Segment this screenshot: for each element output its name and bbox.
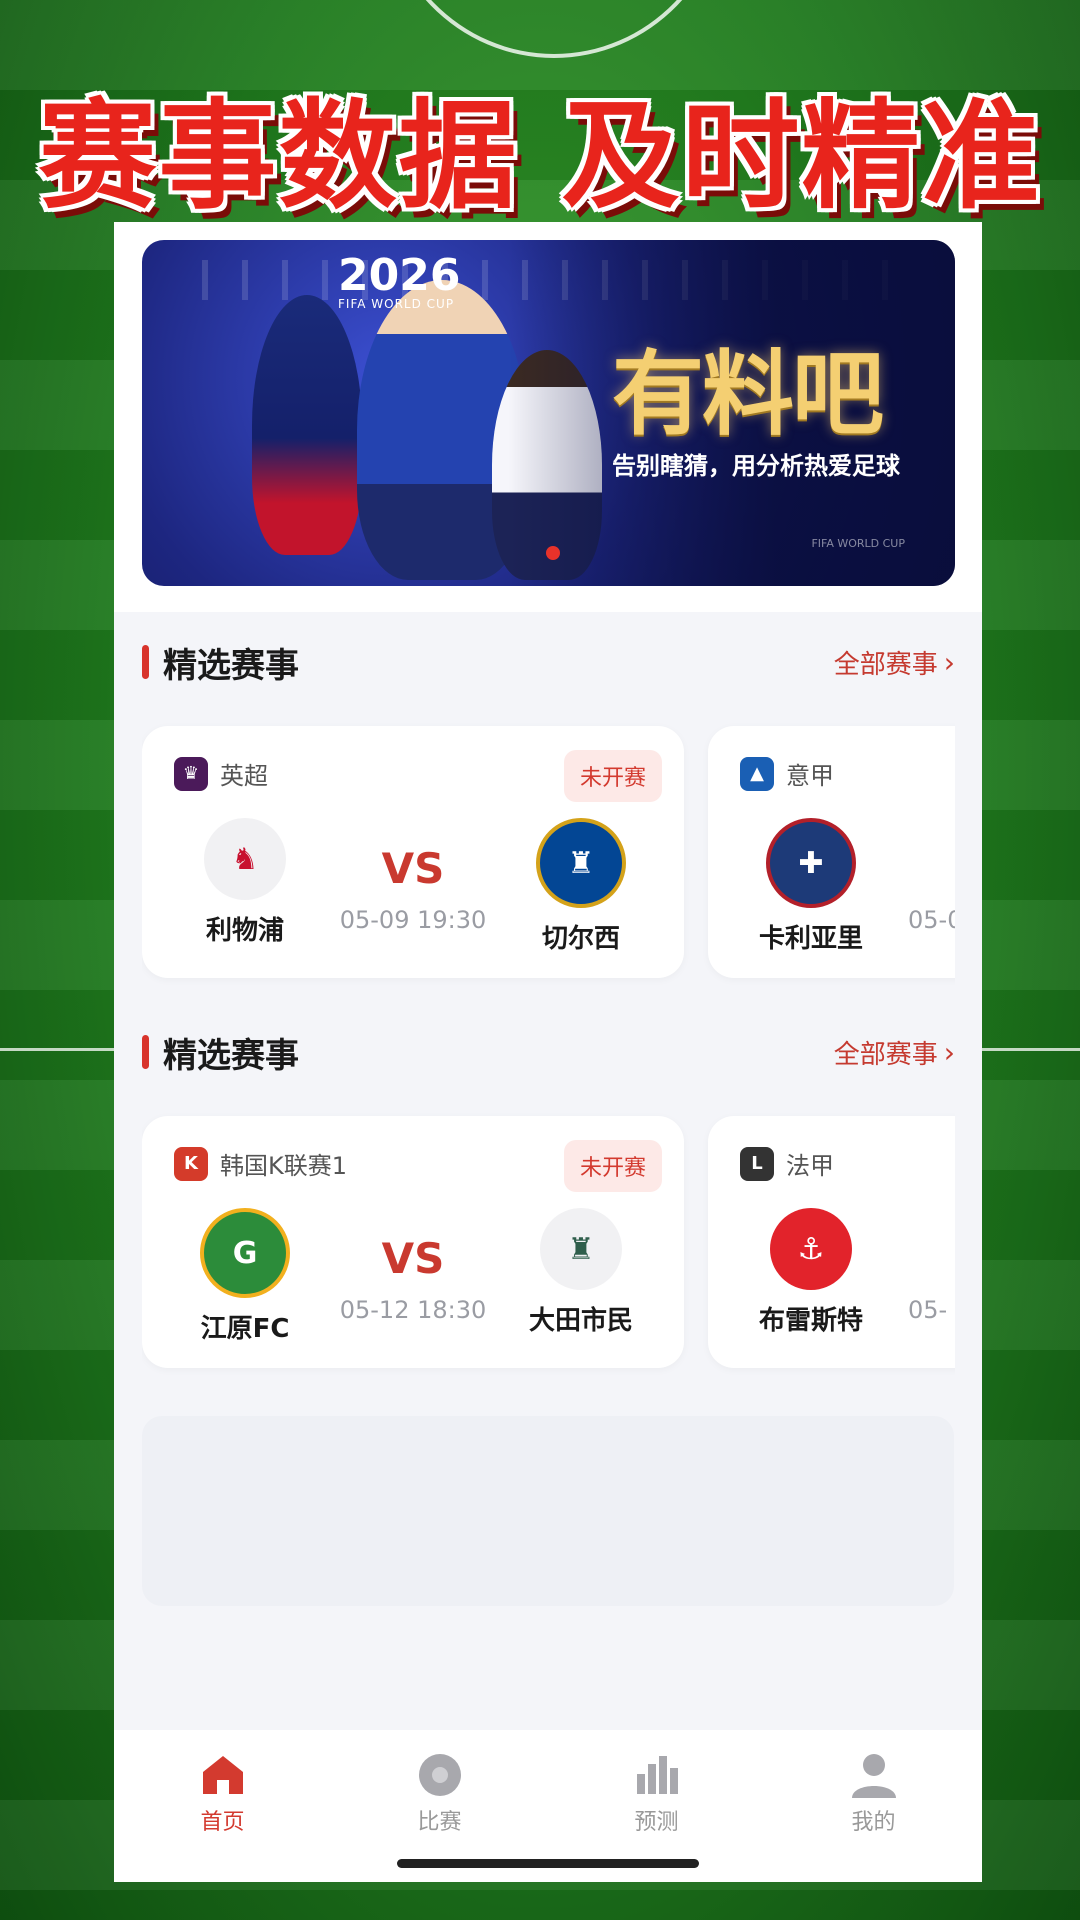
banner-cup-text: FIFA WORLD CUP — [338, 297, 455, 311]
featured-matches-section: 精选赛事 全部赛事 › K 韩国K联赛1 未开赛 G 江原FC VS 05-12… — [114, 1002, 982, 1376]
section-title-bar — [142, 645, 149, 679]
content-placeholder — [142, 1416, 954, 1606]
section-title: 精选赛事 — [142, 1028, 299, 1077]
banner-page-indicator[interactable] — [546, 546, 560, 560]
away-team-name: 切尔西 — [541, 924, 620, 954]
league-name: 韩国K联赛1 — [220, 1152, 348, 1180]
cagliari-crest-icon: ✚ — [766, 818, 856, 908]
serie-a-icon: ▲ — [740, 756, 774, 791]
ligue-1-icon: L — [740, 1146, 774, 1181]
league-name: 意甲 — [786, 762, 834, 790]
match-card[interactable]: ▲ 意甲 ✚ 卡利亚里 05-0 — [708, 726, 955, 978]
league-info: K 韩国K联赛1 — [174, 1146, 347, 1181]
banner-title: 有料吧 — [612, 340, 884, 448]
all-matches-link[interactable]: 全部赛事 › — [834, 644, 955, 681]
away-team: ♜ 切尔西 — [506, 818, 656, 955]
section-title-bar — [142, 1035, 149, 1069]
home-team-name: 卡利亚里 — [758, 924, 863, 954]
all-matches-link[interactable]: 全部赛事 › — [834, 1034, 955, 1071]
home-team: ⚓ 布雷斯特 — [736, 1208, 886, 1337]
match-card[interactable]: K 韩国K联赛1 未开赛 G 江原FC VS 05-12 18:30 ♜ 大田市… — [142, 1116, 684, 1368]
home-team-name: 布雷斯特 — [758, 1306, 863, 1336]
promo-headline: 赛事数据 及时精准 — [38, 87, 1042, 225]
chevron-right-icon: › — [943, 645, 955, 679]
all-matches-label: 全部赛事 — [833, 1039, 938, 1070]
player-figure — [252, 295, 362, 555]
status-badge: 未开赛 — [563, 1140, 662, 1192]
tab-profile[interactable]: 我的 — [765, 1730, 982, 1882]
section-header: 精选赛事 全部赛事 › — [142, 612, 955, 712]
match-card[interactable]: L 法甲 ⚓ 布雷斯特 05- — [708, 1116, 955, 1368]
banner-year-text: 2026 — [338, 250, 461, 301]
section-title-text: 精选赛事 — [163, 645, 299, 686]
chart-icon — [633, 1752, 681, 1798]
tab-label: 预测 — [634, 1810, 679, 1835]
tab-label: 比赛 — [417, 1810, 462, 1835]
all-matches-label: 全部赛事 — [833, 649, 938, 680]
match-card-list[interactable]: ♛ 英超 未开赛 ♞ 利物浦 VS 05-09 19:30 ♜ 切尔西 ▲ 意甲… — [142, 712, 955, 986]
league-info: ♛ 英超 — [174, 756, 268, 791]
bottom-tab-bar: 首页 比赛 预测 我的 — [114, 1730, 982, 1882]
league-name: 法甲 — [786, 1152, 834, 1180]
banner-container: 2026 FIFA WORLD CUP 有料吧 告别瞎猜，用分析热爱足球 FIF… — [114, 222, 982, 612]
league-info: L 法甲 — [740, 1146, 834, 1181]
brest-crest-icon: ⚓ — [770, 1208, 852, 1290]
match-time: 05- — [908, 1296, 948, 1324]
league-info: ▲ 意甲 — [740, 756, 834, 791]
banner-subtitle: 告别瞎猜，用分析热爱足球 — [612, 452, 900, 480]
home-team: ✚ 卡利亚里 — [736, 818, 886, 955]
league-name: 英超 — [220, 762, 268, 790]
match-time: 05-0 — [908, 906, 955, 934]
away-team-name: 大田市民 — [528, 1306, 633, 1336]
banner-year: 2026 FIFA WORLD CUP — [338, 250, 460, 311]
section-title-text: 精选赛事 — [163, 1035, 299, 1076]
home-icon — [199, 1752, 247, 1798]
app-screen: 2026 FIFA WORLD CUP 有料吧 告别瞎猜，用分析热爱足球 FIF… — [114, 222, 982, 1882]
football-icon — [416, 1752, 464, 1798]
promo-banner[interactable]: 2026 FIFA WORLD CUP 有料吧 告别瞎猜，用分析热爱足球 FIF… — [142, 240, 955, 586]
chelsea-crest-icon: ♜ — [536, 818, 626, 908]
pitch-center-circle — [380, 0, 728, 58]
tab-label: 我的 — [851, 1810, 896, 1835]
match-card-list[interactable]: K 韩国K联赛1 未开赛 G 江原FC VS 05-12 18:30 ♜ 大田市… — [142, 1102, 955, 1376]
section-title: 精选赛事 — [142, 638, 299, 687]
status-badge: 未开赛 — [563, 750, 662, 802]
premier-league-icon: ♛ — [174, 756, 208, 791]
featured-matches-section: 精选赛事 全部赛事 › ♛ 英超 未开赛 ♞ 利物浦 VS 05-09 19:3… — [114, 612, 982, 986]
tab-home[interactable]: 首页 — [114, 1730, 331, 1882]
k-league-icon: K — [174, 1146, 208, 1181]
away-team: ♜ 大田市民 — [506, 1208, 656, 1337]
user-icon — [850, 1752, 898, 1798]
daejeon-crest-icon: ♜ — [540, 1208, 622, 1290]
home-indicator — [397, 1859, 699, 1868]
banner-cup-corner: FIFA WORLD CUP — [811, 537, 905, 550]
chevron-right-icon: › — [943, 1035, 955, 1069]
tab-label: 首页 — [200, 1810, 245, 1835]
section-header: 精选赛事 全部赛事 › — [142, 1002, 955, 1102]
match-card[interactable]: ♛ 英超 未开赛 ♞ 利物浦 VS 05-09 19:30 ♜ 切尔西 — [142, 726, 684, 978]
